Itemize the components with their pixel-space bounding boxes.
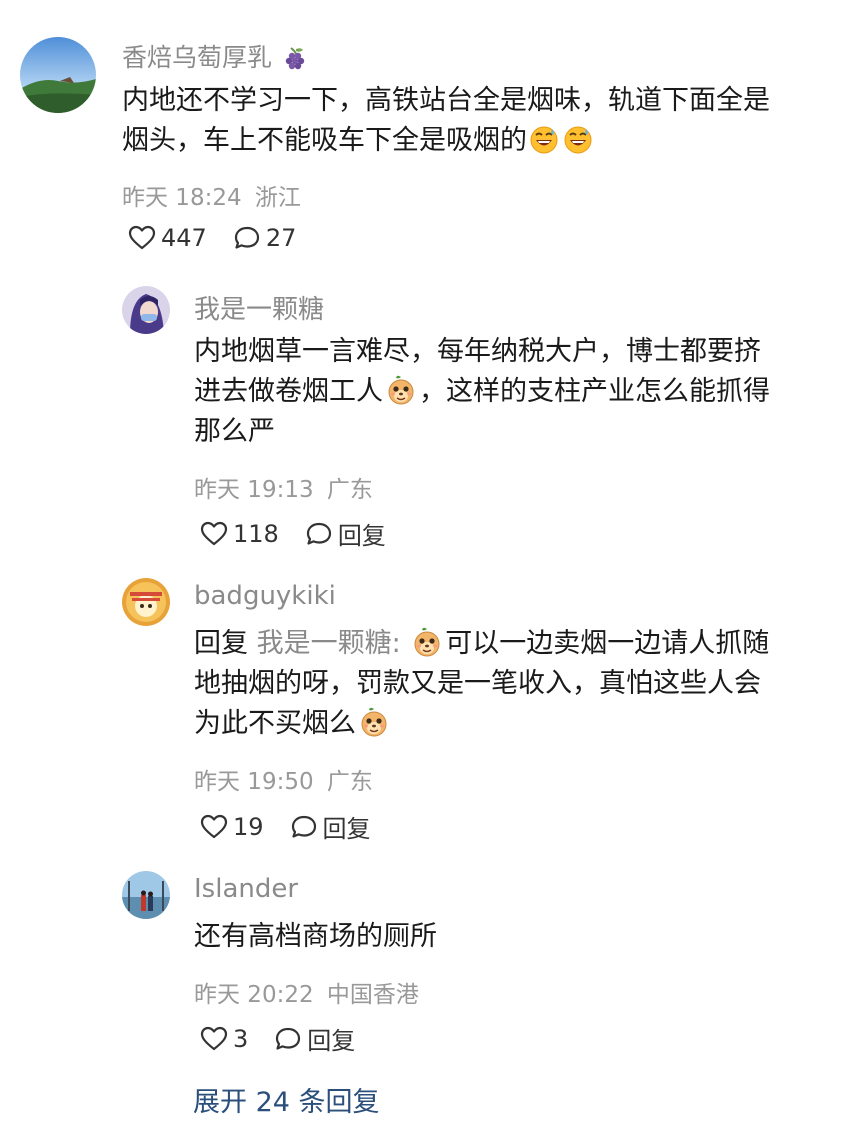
reply-username[interactable]: 我是一颗糖: [194, 289, 324, 326]
reply-location: 广东: [326, 769, 373, 795]
reply-text-segment: 可以一边卖烟一边请人抓随: [445, 628, 770, 659]
reply-text-line: 为此不买烟么: [194, 704, 814, 744]
comment-icon: [290, 814, 318, 840]
reply-actions: 3 回复: [200, 1021, 355, 1056]
reply-count-button[interactable]: 27: [233, 224, 297, 252]
comment-icon: [305, 521, 333, 547]
comment-text-line: 烟头，车上不能吸车下全是吸烟的: [122, 121, 822, 161]
reply-text-line: 还有高档商场的厕所: [194, 921, 437, 952]
reply-time: 昨天 19:13: [194, 477, 314, 503]
comment-time: 昨天 18:24: [122, 185, 242, 211]
comment-icon: [274, 1026, 302, 1052]
like-button[interactable]: 447: [128, 224, 207, 252]
like-count: 447: [161, 224, 207, 252]
reply-label: 回复: [307, 1027, 356, 1055]
like-count: 3: [233, 1024, 249, 1053]
meerkat-emoji: [411, 626, 443, 658]
username-text[interactable]: 香焙乌萄厚乳: [122, 43, 272, 72]
heart-icon: [200, 521, 228, 547]
reply-time: 昨天 20:22: [194, 982, 314, 1008]
reply-meta: 昨天 19:50 广东: [194, 762, 373, 796]
reply-text-segment: 为此不买烟么: [194, 708, 356, 739]
reply-prefix: 回复: [194, 628, 248, 659]
reply-target-user[interactable]: 我是一颗糖:: [257, 628, 401, 659]
reply-button[interactable]: 回复: [305, 516, 386, 551]
reply-button[interactable]: 回复: [274, 1021, 355, 1056]
reply-location: 广东: [326, 477, 373, 503]
reply-username[interactable]: badguykiki: [194, 581, 336, 611]
reply-text-line: 回复 我是一颗糖: 可以一边卖烟一边请人抓随: [194, 624, 814, 664]
reply-count: 27: [265, 224, 297, 252]
comment-icon: [233, 225, 261, 251]
reply-label: 回复: [337, 522, 386, 550]
reply-text-segment: ，这样的支柱产业怎么能抓得: [419, 376, 770, 407]
meerkat-emoji: [385, 374, 417, 406]
like-button[interactable]: 19: [200, 813, 264, 841]
reply-label: 回复: [322, 815, 371, 843]
grin-sweat-emoji: [529, 125, 559, 155]
grape-icon: [282, 45, 308, 71]
reply-meta: 昨天 20:22 中国香港: [194, 975, 419, 1009]
reply-text-segment: 进去做卷烟工人: [194, 376, 383, 407]
avatar[interactable]: [122, 286, 170, 334]
comment-username[interactable]: 香焙乌萄厚乳: [122, 38, 310, 74]
meerkat-emoji: [358, 706, 390, 738]
reply-meta: 昨天 19:13 广东: [194, 470, 373, 504]
heart-icon: [200, 1026, 228, 1052]
reply-text-line: 内地烟草一言难尽，每年纳税大户，博士都要挤: [194, 336, 761, 367]
reply-text-line: 进去做卷烟工人 ，这样的支柱产业怎么能抓得: [194, 372, 814, 412]
reply-button[interactable]: 回复: [290, 809, 371, 844]
avatar[interactable]: [122, 871, 170, 919]
reply-text-line: 地抽烟的呀，罚款又是一笔收入，真怕这些人会: [194, 668, 761, 699]
comment-text-segment: 烟头，车上不能吸车下全是吸烟的: [122, 125, 527, 156]
reply-text-line: 那么严: [194, 416, 275, 447]
comment-text-line: 内地还不学习一下，高铁站台全是烟味，轨道下面全是: [122, 85, 770, 116]
reply-text: 内地烟草一言难尽，每年纳税大户，博士都要挤 进去做卷烟工人 ，这样的支柱产业怎么能…: [194, 332, 814, 452]
comment-text: 内地还不学习一下，高铁站台全是烟味，轨道下面全是 烟头，车上不能吸车下全是吸烟的: [122, 81, 822, 161]
like-count: 118: [233, 519, 279, 548]
grin-sweat-emoji: [563, 125, 593, 155]
like-button[interactable]: 118: [200, 520, 279, 548]
expand-replies-link[interactable]: 展开 24 条回复: [193, 1080, 380, 1119]
comment-location: 浙江: [254, 185, 301, 211]
avatar[interactable]: [20, 37, 96, 113]
comment-meta: 昨天 18:24 浙江: [122, 178, 301, 212]
reply-actions: 19 回复: [200, 809, 371, 844]
reply-text: 回复 我是一颗糖: 可以一边卖烟一边请人抓随 地抽烟的呀，罚款又是一笔收入，真怕…: [194, 624, 814, 744]
reply-location: 中国香港: [326, 982, 419, 1008]
reply-actions: 118 回复: [200, 516, 386, 551]
heart-icon: [128, 225, 156, 251]
reply-username[interactable]: Islander: [194, 874, 298, 904]
reply-time: 昨天 19:50: [194, 769, 314, 795]
like-count: 19: [233, 812, 264, 841]
avatar[interactable]: [122, 578, 170, 626]
heart-icon: [200, 814, 228, 840]
like-button[interactable]: 3: [200, 1025, 248, 1053]
comment-actions: 447 27: [128, 224, 296, 252]
reply-text: 还有高档商场的厕所: [194, 917, 814, 957]
